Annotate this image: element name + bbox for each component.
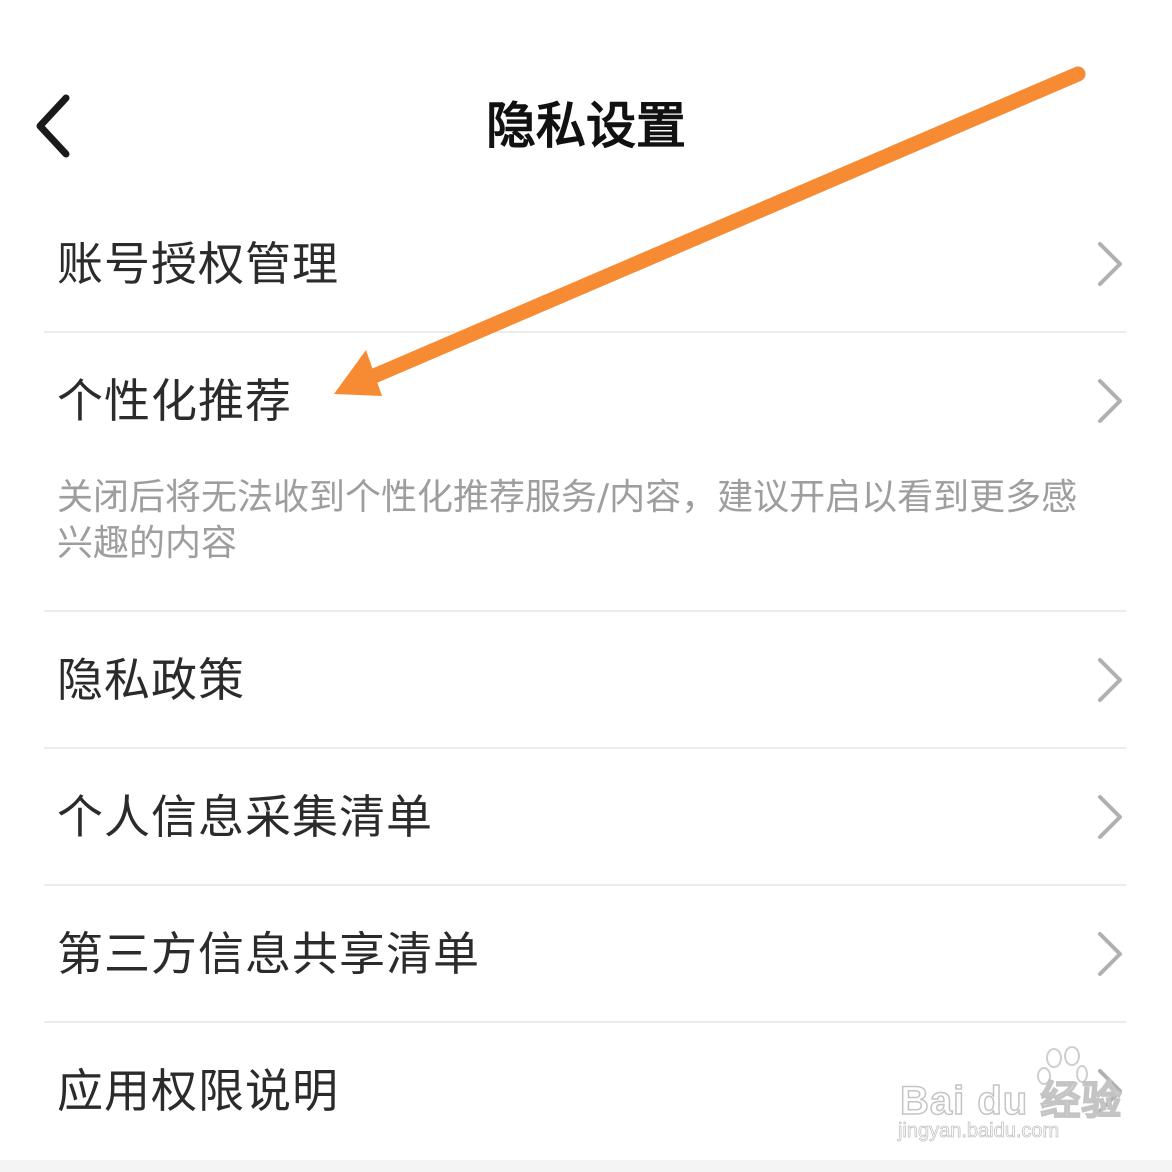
privacy-settings-page: 隐私设置 账号授权管理 个性化推荐 关闭后将无法收到个性化推荐服务/内容，建议开… <box>0 0 1172 1172</box>
settings-item-privacy-policy[interactable]: 隐私政策 <box>44 612 1126 749</box>
bottom-edge <box>0 1160 1172 1172</box>
settings-item-label: 个性化推荐 <box>57 374 292 428</box>
settings-item-label: 应用权限说明 <box>57 1064 339 1118</box>
settings-item-personalized-recommendation[interactable]: 个性化推荐 关闭后将无法收到个性化推荐服务/内容，建议开启以看到更多感兴趣的内容 <box>44 333 1126 612</box>
chevron-right-icon <box>1098 658 1122 702</box>
nav-bar: 隐私设置 <box>0 60 1172 190</box>
settings-item-label: 第三方信息共享清单 <box>57 927 480 981</box>
settings-item-personal-info-collection[interactable]: 个人信息采集清单 <box>44 749 1126 886</box>
chevron-right-icon <box>1098 932 1122 976</box>
settings-item-app-permissions[interactable]: 应用权限说明 <box>44 1023 1126 1163</box>
settings-item-account-authorization[interactable]: 账号授权管理 <box>44 196 1126 333</box>
chevron-right-icon <box>1098 379 1122 423</box>
chevron-right-icon <box>1098 795 1122 839</box>
chevron-right-icon <box>1098 1069 1122 1113</box>
settings-item-label: 个人信息采集清单 <box>57 790 433 844</box>
settings-item-label: 隐私政策 <box>57 653 245 707</box>
settings-item-third-party-sharing[interactable]: 第三方信息共享清单 <box>44 886 1126 1023</box>
settings-item-label: 账号授权管理 <box>57 237 339 291</box>
settings-list: 账号授权管理 个性化推荐 关闭后将无法收到个性化推荐服务/内容，建议开启以看到更… <box>44 196 1126 1163</box>
settings-item-description: 关闭后将无法收到个性化推荐服务/内容，建议开启以看到更多感兴趣的内容 <box>57 477 1078 564</box>
page-title: 隐私设置 <box>486 97 686 155</box>
chevron-right-icon <box>1098 242 1122 286</box>
